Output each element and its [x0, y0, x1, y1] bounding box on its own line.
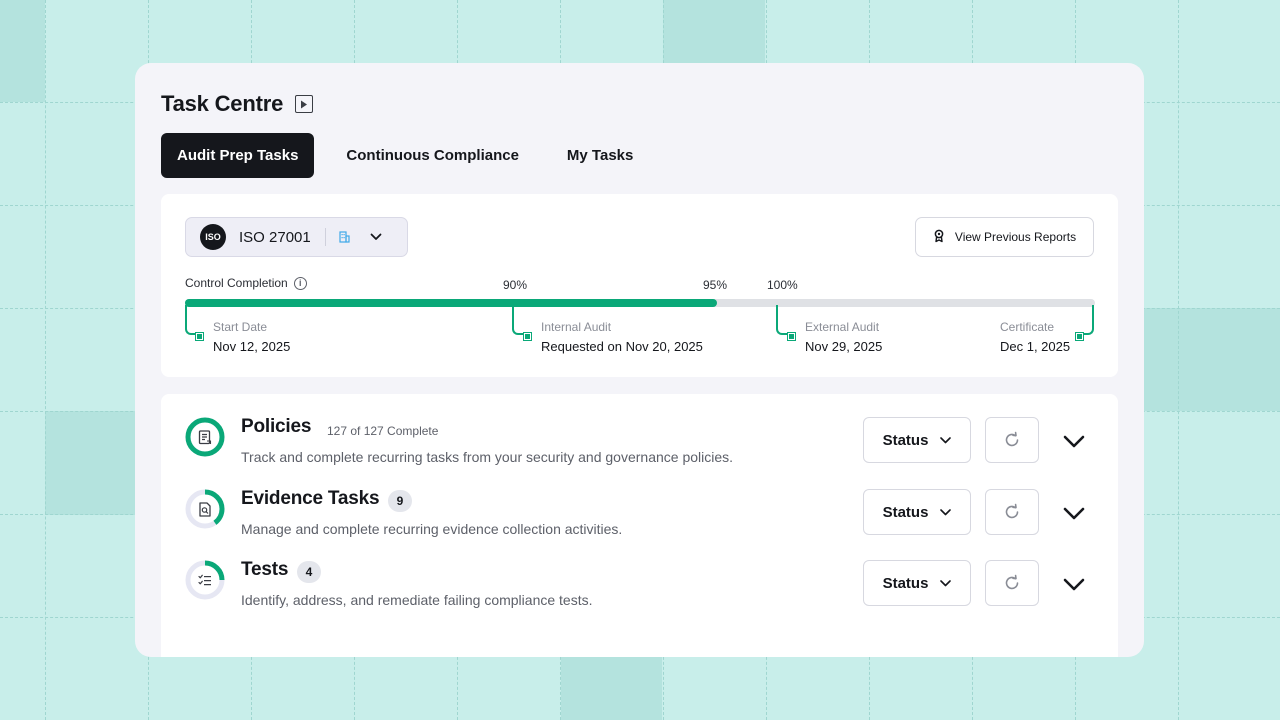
info-icon[interactable]: i [293, 276, 307, 290]
expand-button[interactable] [1059, 498, 1089, 528]
control-completion-bar [185, 299, 1095, 307]
award-icon [933, 229, 945, 246]
evidence-search-icon [197, 501, 213, 517]
status-label: Status [882, 574, 929, 592]
milestone-value-internal: Requested on Nov 20, 2025 [541, 339, 703, 354]
status-label: Status [882, 431, 929, 449]
refresh-icon [1005, 431, 1019, 447]
status-filter-button[interactable]: Status [863, 560, 971, 606]
milestone-dot-start [196, 333, 203, 340]
milestone-value-external: Nov 29, 2025 [805, 339, 883, 354]
policies-progress-ring [185, 417, 225, 457]
section-description: Track and complete recurring tasks from … [241, 449, 734, 465]
task-centre-card: Task Centre Audit Prep Tasks Continuous … [135, 63, 1144, 657]
milestone-value-start: Nov 12, 2025 [213, 339, 291, 354]
control-completion-text: Control Completion [185, 276, 288, 290]
milestone-label-start: Start Date [213, 320, 268, 334]
status-filter-button[interactable]: Status [863, 489, 971, 535]
milestone-bracket-external [776, 305, 793, 335]
section-title: Policies [241, 416, 312, 437]
expand-button[interactable] [1059, 569, 1089, 599]
count-badge: 9 [388, 490, 412, 512]
tab-audit-prep-tasks[interactable]: Audit Prep Tasks [161, 133, 315, 178]
chevron-down-icon [1063, 507, 1085, 519]
milestone-dot-external [788, 333, 795, 340]
section-title: Evidence Tasks [241, 488, 380, 509]
divider [324, 228, 326, 246]
checklist-icon [197, 572, 213, 588]
chevron-down-icon [940, 508, 952, 515]
milestone-bracket-internal [512, 305, 529, 335]
marker-100: 100% [767, 278, 798, 292]
milestone-label-certificate: Certificate [1000, 320, 1055, 334]
tab-continuous-compliance[interactable]: Continuous Compliance [314, 133, 551, 178]
page-title: Task Centre [161, 91, 284, 116]
milestone-label-external: External Audit [805, 320, 880, 334]
section-tests: Tests 4 Identify, address, and remediate… [185, 559, 1095, 620]
section-description: Manage and complete recurring evidence c… [241, 521, 623, 537]
play-video-icon[interactable] [295, 95, 314, 113]
control-completion-label: Control Completion i [185, 276, 307, 290]
marker-90: 90% [503, 278, 528, 292]
framework-name: ISO 27001 [239, 228, 311, 246]
chevron-down-icon [370, 233, 382, 241]
status-label: Status [882, 503, 929, 521]
refresh-icon [1005, 574, 1019, 590]
section-description: Identify, address, and remediate failing… [241, 592, 593, 608]
milestone-bracket-start [185, 305, 201, 335]
chevron-down-icon [1063, 578, 1085, 590]
milestone-bracket-certificate [1077, 305, 1094, 335]
framework-select[interactable]: ISO ISO 27001 [185, 217, 408, 257]
title-row: Task Centre [161, 91, 314, 117]
count-badge: 4 [297, 561, 321, 583]
status-filter-button[interactable]: Status [863, 417, 971, 463]
expand-button[interactable] [1059, 426, 1089, 456]
task-sections-panel: Policies 127 of 127 Complete Track and c… [161, 394, 1118, 657]
milestone-label-internal: Internal Audit [541, 320, 612, 334]
refresh-button[interactable] [985, 417, 1039, 463]
tab-bar: Audit Prep Tasks Continuous Compliance M… [161, 133, 649, 178]
evidence-tasks-progress-ring [185, 489, 225, 529]
policy-document-icon [197, 429, 213, 445]
tests-progress-ring [185, 560, 225, 600]
milestone-value-certificate: Dec 1, 2025 [1000, 339, 1071, 354]
building-icon [338, 231, 350, 243]
chevron-down-icon [1063, 435, 1085, 447]
section-title: Tests [241, 559, 289, 580]
tab-my-tasks[interactable]: My Tasks [551, 133, 649, 178]
refresh-button[interactable] [985, 560, 1039, 606]
milestone-dot-internal [524, 333, 531, 340]
marker-95: 95% [703, 278, 728, 292]
section-policies: Policies 127 of 127 Complete Track and c… [185, 416, 1095, 477]
refresh-icon [1005, 503, 1019, 519]
milestone-dot-certificate [1076, 333, 1083, 340]
chevron-down-icon [940, 436, 952, 443]
view-previous-reports-button[interactable]: View Previous Reports [915, 217, 1094, 257]
iso-badge: ISO [200, 224, 226, 250]
refresh-button[interactable] [985, 489, 1039, 535]
section-evidence-tasks: Evidence Tasks 9 Manage and complete rec… [185, 488, 1095, 549]
chevron-down-icon [940, 579, 952, 586]
audit-progress-panel: ISO ISO 27001 View Previous Reports Cont… [161, 194, 1118, 377]
section-meta: 127 of 127 Complete [327, 424, 439, 438]
control-completion-fill [185, 299, 718, 307]
reports-button-label: View Previous Reports [954, 230, 1077, 244]
